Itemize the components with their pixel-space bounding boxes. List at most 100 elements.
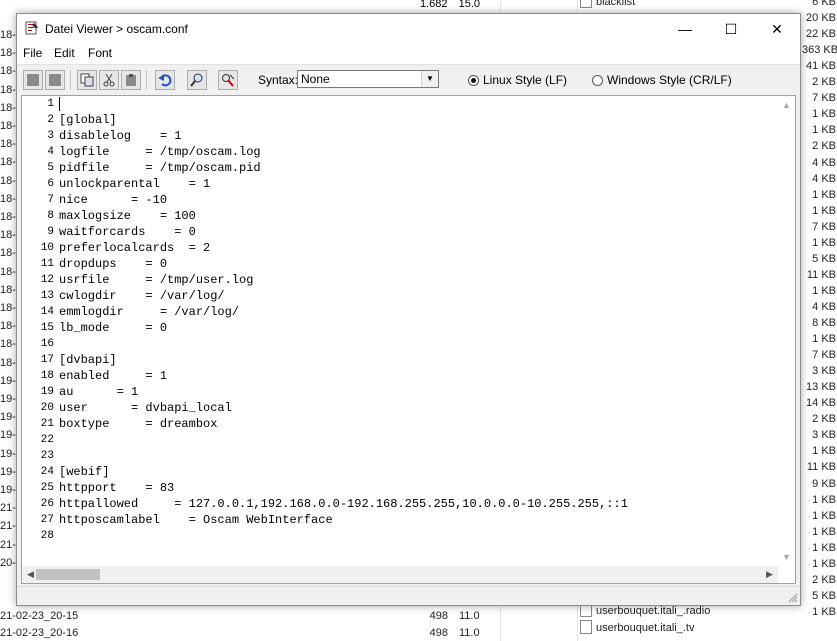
code-line[interactable]: usrfile = /tmp/user.log <box>59 272 253 288</box>
code-line[interactable]: logfile = /tmp/oscam.log <box>59 144 261 160</box>
text-editor[interactable]: 1 2 3 4 5 6 7 8 9 10 11 12 13 14 15 16 17 18 19 20 21 22 23 24 2… <box>21 95 796 584</box>
horizontal-scrollbar[interactable]: ◀ ▶ <box>22 566 778 583</box>
paste-button[interactable] <box>121 70 141 90</box>
code-line[interactable]: emmlogdir = /var/log/ <box>59 304 239 320</box>
line-number: 16 <box>40 338 54 350</box>
file-item[interactable]: userbouquet.itali_.tv <box>580 620 760 637</box>
code-line[interactable]: [dvbapi] <box>59 352 117 368</box>
file-size: 9 KB <box>812 477 836 490</box>
line-number: 27 <box>40 514 54 526</box>
save-button[interactable] <box>45 70 65 90</box>
code-line[interactable]: enabled = 1 <box>59 368 167 384</box>
file-size: 6 KB <box>812 0 836 8</box>
code-line[interactable]: boxtype = dreambox <box>59 416 217 432</box>
code-line[interactable]: httposcamlabel = Oscam WebInterface <box>59 512 333 528</box>
cut-button[interactable] <box>99 70 119 90</box>
radio-linux-style[interactable] <box>468 75 479 86</box>
file-size: 1 KB <box>812 204 836 217</box>
file-size: 1 KB <box>812 493 836 506</box>
code-line[interactable]: [webif] <box>59 464 109 480</box>
menu-edit[interactable]: Edit <box>54 46 75 60</box>
new-file-button[interactable] <box>23 70 43 90</box>
horizontal-scroll-thumb[interactable] <box>36 569 100 580</box>
undo-button[interactable] <box>155 70 175 90</box>
list-item[interactable]: 21-02-23_20-15 498 11.0 <box>0 608 500 624</box>
code-line[interactable]: unlockparental = 1 <box>59 176 210 192</box>
find-button[interactable] <box>187 70 207 90</box>
code-line[interactable]: nice = -10 <box>59 192 167 208</box>
code-line[interactable]: user = dvbapi_local <box>59 400 232 416</box>
chevron-down-icon[interactable]: ▼ <box>421 71 438 87</box>
line-number: 9 <box>47 226 54 238</box>
line-number: 11 <box>40 258 54 270</box>
menu-font[interactable]: Font <box>88 46 112 60</box>
scroll-down-icon[interactable]: ▼ <box>778 548 795 565</box>
line-number-gutter: 1 2 3 4 5 6 7 8 9 10 11 12 13 14 15 16 17 18 19 20 21 22 23 24 2… <box>22 96 56 565</box>
code-line[interactable]: dropdups = 0 <box>59 256 167 272</box>
radio-windows-style[interactable] <box>592 75 603 86</box>
code-line[interactable]: cwlogdir = /var/log/ <box>59 288 225 304</box>
replace-button[interactable] <box>218 70 238 90</box>
background-top-row: 1.682 15.0 <box>420 0 481 10</box>
menu-file[interactable]: File <box>23 46 42 60</box>
line-number: 25 <box>40 482 54 494</box>
line-number: 28 <box>40 530 54 542</box>
line-number: 10 <box>40 242 54 254</box>
line-number: 13 <box>40 290 54 302</box>
close-button[interactable]: ✕ <box>754 14 800 44</box>
minimize-button[interactable]: — <box>662 14 708 44</box>
file-size: 20 KB <box>806 12 836 25</box>
code-area[interactable]: [global] disablelog = 1 logfile = /tmp/osc… <box>59 96 777 565</box>
radio-linux-label[interactable]: Linux Style (LF) <box>483 73 567 87</box>
copy-button[interactable] <box>77 70 97 90</box>
file-item[interactable]: blacklist <box>580 0 760 11</box>
file-size: 14 KB <box>806 397 836 410</box>
code-line[interactable]: pidfile = /tmp/oscam.pid <box>59 160 261 176</box>
disabled-save-icon <box>49 74 61 86</box>
code-line[interactable]: lb_mode = 0 <box>59 320 167 336</box>
file-size: 1 KB <box>812 284 836 297</box>
resize-grip-icon[interactable] <box>788 593 798 603</box>
file-size: 2 KB <box>812 76 836 89</box>
scroll-right-icon[interactable]: ▶ <box>761 566 778 583</box>
list-item[interactable]: 21-02-23_20-16 498 11.0 <box>0 625 500 641</box>
line-number: 1 <box>47 98 54 110</box>
file-size: 1 KB <box>812 445 836 458</box>
code-line[interactable]: au = 1 <box>59 384 138 400</box>
line-number: 26 <box>40 498 54 510</box>
code-line[interactable]: httpallowed = 127.0.0.1,192.168.0.0-192.… <box>59 496 628 512</box>
file-size: 1 KB <box>812 188 836 201</box>
line-number: 19 <box>40 386 54 398</box>
file-size: 1 KB <box>812 509 836 522</box>
scroll-up-icon[interactable]: ▲ <box>778 96 795 113</box>
line-number: 15 <box>40 322 54 334</box>
line-number: 14 <box>40 306 54 318</box>
file-size: 11 KB <box>806 268 836 281</box>
undo-icon <box>158 74 172 87</box>
file-size: 8 KB <box>812 317 836 329</box>
window-title: Datei Viewer > oscam.conf <box>45 22 188 36</box>
syntax-select[interactable]: None ▼ <box>297 70 439 88</box>
file-size: 1 KB <box>812 557 836 570</box>
title-bar[interactable]: Datei Viewer > oscam.conf — ☐ ✕ <box>17 14 800 44</box>
line-number: 17 <box>40 354 54 366</box>
status-bar <box>17 586 800 605</box>
code-line[interactable]: maxlogsize = 100 <box>59 208 196 224</box>
toolbar: Syntax: None ▼ Linux Style (LF) Windows … <box>17 64 800 95</box>
line-number: 24 <box>40 466 54 478</box>
file-size: 13 KB <box>806 381 836 394</box>
maximize-button[interactable]: ☐ <box>708 14 754 44</box>
file-size: 1 KB <box>812 525 836 538</box>
code-line[interactable]: httpport = 83 <box>59 480 174 496</box>
scissors-icon <box>103 73 115 87</box>
file-size: 1 KB <box>812 333 836 346</box>
code-line[interactable]: [global] <box>59 112 117 128</box>
code-line[interactable]: waitforcards = 0 <box>59 224 196 240</box>
vertical-scrollbar[interactable]: ▲ ▼ <box>778 96 795 565</box>
radio-windows-label[interactable]: Windows Style (CR/LF) <box>607 73 732 87</box>
code-line[interactable]: disablelog = 1 <box>59 128 181 144</box>
file-viewer-window: Datei Viewer > oscam.conf — ☐ ✕ File Edi… <box>16 13 801 606</box>
code-line[interactable]: preferlocalcards = 2 <box>59 240 210 256</box>
line-number: 21 <box>40 418 54 430</box>
line-number: 22 <box>40 434 54 446</box>
